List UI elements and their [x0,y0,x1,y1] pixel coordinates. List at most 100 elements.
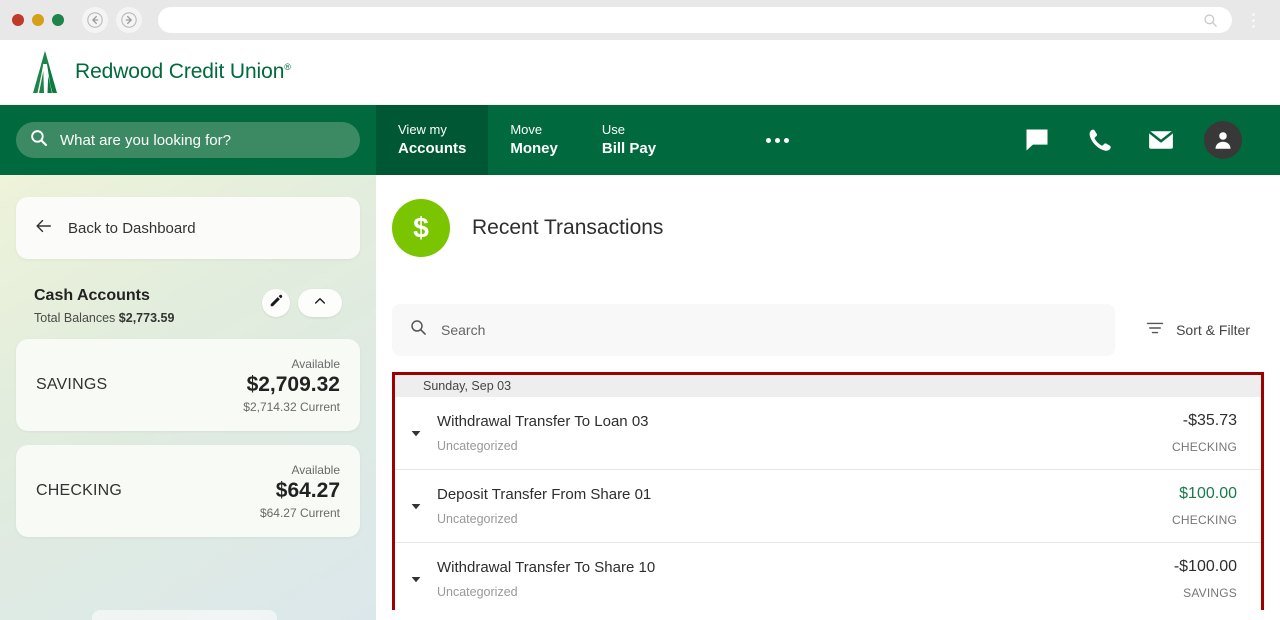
transaction-account: SAVINGS [1183,586,1237,600]
kebab-menu-icon[interactable] [1238,5,1268,35]
transaction-description: Deposit Transfer From Share 01 [437,486,652,503]
transaction-description: Withdrawal Transfer To Loan 03 [437,413,649,430]
search-icon [30,129,48,152]
dollar-circle-icon: $ [392,199,450,257]
total-balances-row: Total Balances $2,773.59 [34,311,174,325]
main-content: $ Recent Transactions Search Sort & Filt… [376,175,1280,620]
page-title: Recent Transactions [472,216,664,239]
trademark-symbol: ® [284,62,291,72]
search-icon[interactable] [1203,13,1218,28]
table-row[interactable]: Withdrawal Transfer To Loan 03 Uncategor… [395,397,1261,470]
filter-icon [1145,318,1165,343]
nav-item-line2: Accounts [398,139,467,157]
avatar [1204,121,1242,159]
caret-down-icon[interactable] [403,573,429,585]
site-search-input[interactable]: What are you looking for? [16,122,360,158]
transaction-amount: -$100.00 [1173,558,1237,575]
ellipsis-dot [784,137,790,143]
cash-accounts-title: Cash Accounts [34,287,150,304]
primary-navigation: What are you looking for? View my Accoun… [0,105,1280,175]
transaction-search-placeholder: Search [441,322,486,338]
nav-item-line1: View my [398,122,447,138]
back-to-dashboard-button[interactable]: Back to Dashboard [16,197,360,259]
account-current-amount: $64.27 Current [259,505,340,520]
site-header: Redwood Credit Union® [0,40,1280,105]
maximize-window-button[interactable] [52,14,64,26]
page-body: Back to Dashboard Cash Accounts Total Ba… [0,175,1280,620]
account-name: SAVINGS [36,376,108,393]
edit-accounts-button[interactable] [262,289,290,317]
table-row[interactable]: Withdrawal Transfer To Share 10 Uncatego… [395,543,1261,610]
account-card-checking[interactable]: CHECKING Available $64.27 $64.27 Current [16,445,360,537]
svg-text:$: $ [413,212,429,244]
transaction-category: Uncategorized [437,512,518,526]
transactions-toolbar: Search Sort & Filter [392,304,1264,356]
transaction-date-group-header: Sunday, Sep 03 [395,375,1261,397]
site-search-placeholder: What are you looking for? [60,131,231,149]
address-bar[interactable] [158,7,1232,33]
kebab-dot [1251,24,1255,28]
account-available-amount: $2,709.32 [246,372,340,396]
collapse-accounts-button[interactable] [298,289,342,317]
nav-more-options-button[interactable] [738,105,817,175]
page-title-row: $ Recent Transactions [392,199,1264,257]
user-account-button[interactable] [1192,105,1254,175]
account-available-amount: $64.27 [275,478,340,502]
back-arrow-icon[interactable] [82,7,108,33]
transactions-list-panel: Sunday, Sep 03 Withdrawal Transfer To Lo… [392,372,1264,610]
caret-down-icon[interactable] [403,427,429,439]
chat-icon[interactable] [1006,105,1068,175]
transaction-amount: -$35.73 [1182,412,1237,429]
total-balances-label: Total Balances [34,311,116,325]
nav-item-line1: Use [601,122,625,138]
nav-item-move-money[interactable]: Move Money [488,105,580,175]
nav-item-view-my-accounts[interactable]: View my Accounts [376,105,489,175]
sort-and-filter-button[interactable]: Sort & Filter [1125,304,1264,356]
search-icon [410,319,427,341]
close-window-button[interactable] [12,14,24,26]
nav-item-line2: Bill Pay [601,139,657,157]
account-available-label: Available [291,356,340,371]
transaction-category: Uncategorized [437,585,518,599]
redwood-tree-logo [33,51,57,93]
ellipsis-dot [775,137,781,143]
kebab-dot [1251,18,1255,22]
chevron-up-icon [312,293,328,314]
transaction-search-input[interactable]: Search [392,304,1116,356]
browser-nav-arrows [82,7,142,33]
sort-and-filter-label: Sort & Filter [1176,322,1250,338]
nav-utility-icons [1006,105,1280,175]
phone-icon[interactable] [1068,105,1130,175]
account-current-amount: $2,714.32 Current [243,399,340,414]
kebab-dot [1251,12,1255,16]
ellipsis-dot [766,137,772,143]
back-to-dashboard-label: Back to Dashboard [68,219,196,237]
nav-item-line1: Move [510,122,543,138]
forward-arrow-icon[interactable] [116,7,142,33]
transaction-account: CHECKING [1172,440,1237,454]
nav-search-zone: What are you looking for? [0,105,376,175]
transaction-account: CHECKING [1172,513,1237,527]
minimize-window-button[interactable] [32,14,44,26]
nav-item-use-bill-pay[interactable]: Use Bill Pay [580,105,678,175]
table-row[interactable]: Deposit Transfer From Share 01 Uncategor… [395,470,1261,543]
accounts-sidebar: Back to Dashboard Cash Accounts Total Ba… [0,175,376,620]
browser-chrome [0,0,1280,40]
nav-item-line2: Money [510,139,558,157]
brand-logo-link[interactable]: Redwood Credit Union® [28,50,291,94]
arrow-left-icon [34,216,54,241]
pencil-icon [269,294,283,313]
total-balances-value: $2,773.59 [118,311,175,325]
brand-name: Redwood Credit Union® [75,60,291,83]
transaction-description: Withdrawal Transfer To Share 10 [437,559,656,576]
envelope-icon[interactable] [1130,105,1192,175]
sidebar-partial-card [92,610,277,620]
transaction-category: Uncategorized [437,439,518,453]
account-card-savings[interactable]: SAVINGS Available $2,709.32 $2,714.32 Cu… [16,339,360,431]
transaction-amount: $100.00 [1179,485,1237,502]
window-traffic-lights [12,14,64,26]
caret-down-icon[interactable] [403,500,429,512]
account-available-label: Available [291,462,340,477]
cash-accounts-header: Cash Accounts Total Balances $2,773.59 [16,287,360,325]
account-name: CHECKING [36,482,123,499]
